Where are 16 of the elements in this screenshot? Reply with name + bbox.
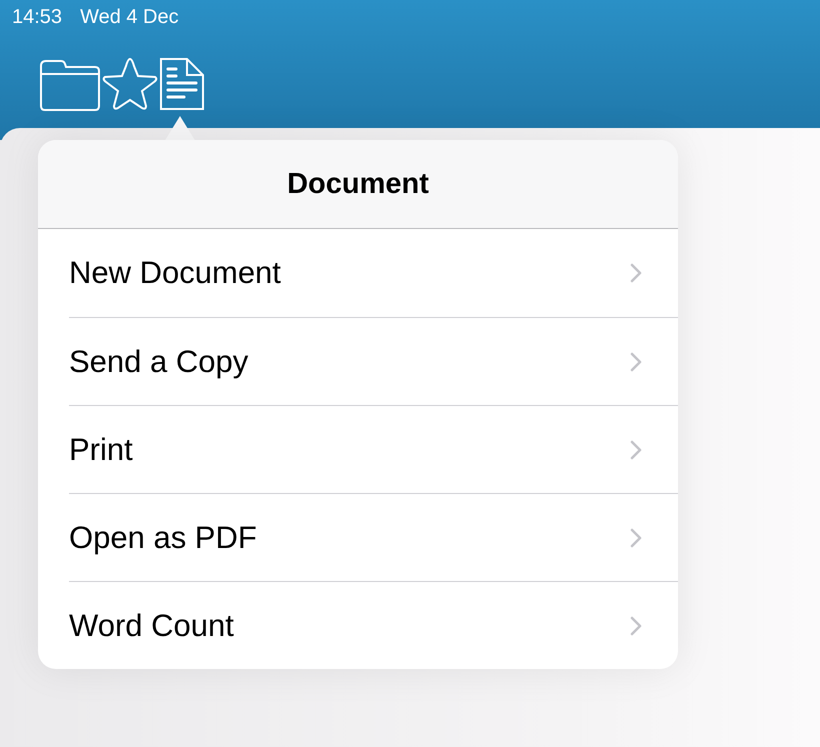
menu-item[interactable]: Send a Copy (69, 317, 678, 405)
popover-title: Document (287, 168, 429, 200)
status-date: Wed 4 Dec (80, 6, 179, 29)
chevron-icon (630, 352, 642, 372)
chevron-icon (630, 440, 642, 460)
menu-item[interactable]: Print (69, 405, 678, 493)
status-time: 14:53 (12, 6, 62, 29)
chevron-icon (630, 263, 642, 283)
menu-item[interactable]: Word Count (69, 581, 678, 669)
chevron-icon (630, 616, 642, 636)
menu-item[interactable]: Open as PDF (69, 493, 678, 581)
folder-icon[interactable] (39, 58, 101, 112)
menu-item[interactable]: New Document (69, 229, 678, 317)
document-icon[interactable] (159, 56, 205, 112)
star-icon[interactable] (101, 56, 159, 112)
chevron-icon (630, 528, 642, 548)
